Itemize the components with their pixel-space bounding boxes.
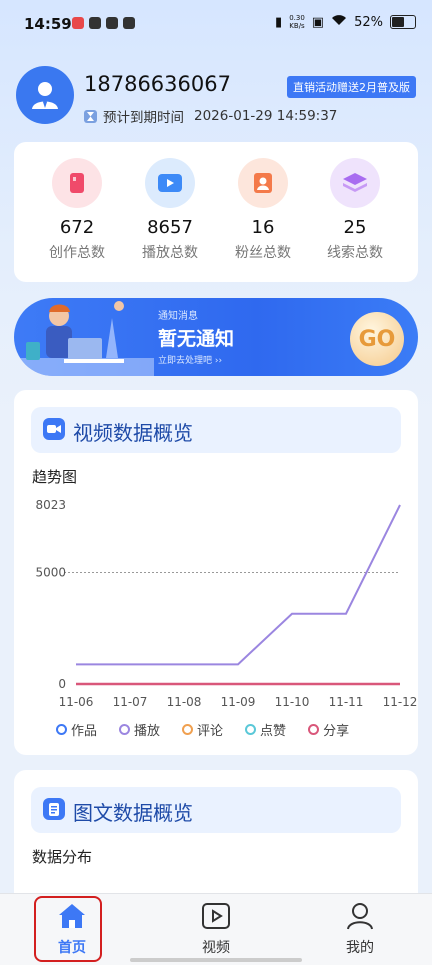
- series-line-2: [76, 504, 401, 666]
- legend-label: 评论: [197, 724, 224, 739]
- profile-header: 18786636067 直销活动赠送2月普及版 预计到期时间 2026-01-2…: [16, 66, 416, 130]
- legend-label: 点赞: [260, 724, 287, 739]
- notice-title: 暂无通知: [158, 328, 235, 350]
- video-camera-icon: [43, 418, 65, 440]
- stat-label: 粉丝总数: [235, 245, 291, 261]
- video-card-header: 视频数据概览: [31, 407, 401, 453]
- legend-item[interactable]: 播放: [119, 720, 160, 739]
- creation-icon: [52, 158, 102, 208]
- x-tick-label: 11-08: [167, 695, 202, 709]
- legend-item[interactable]: 点赞: [245, 720, 286, 739]
- double-chevron-icon: ››: [214, 356, 223, 366]
- notice-small-label: 通知消息: [158, 311, 198, 322]
- stat-creation[interactable]: 672 创作总数: [32, 158, 122, 262]
- legend-label: 作品: [71, 724, 98, 739]
- crown-icon: [89, 17, 101, 29]
- sim-icon: ▣: [311, 14, 325, 30]
- notice-sub-text: 立即去处理吧: [158, 356, 213, 366]
- media-notification-icon: [106, 17, 118, 29]
- leads-icon: [330, 158, 380, 208]
- stat-value: 8657: [147, 217, 193, 238]
- avatar[interactable]: [16, 66, 74, 124]
- legend-dot-icon: [56, 724, 67, 735]
- y-tick-label: 0: [58, 677, 66, 691]
- x-tick-label: 11-07: [113, 695, 148, 709]
- stat-label: 创作总数: [49, 245, 105, 261]
- x-tick-label: 11-11: [329, 695, 364, 709]
- stat-value: 672: [59, 217, 95, 238]
- expire-value: 2026-01-29 14:59:37: [194, 108, 338, 124]
- legend-dot-icon: [182, 724, 194, 735]
- hourglass-icon: [84, 109, 97, 123]
- y-tick-label: 5000: [35, 565, 66, 579]
- phone-number: 18786636067: [84, 72, 231, 96]
- fans-icon: [238, 158, 288, 208]
- x-tick-label: 11-10: [275, 695, 310, 709]
- stat-plays[interactable]: 8657 播放总数: [125, 158, 215, 262]
- stat-fans[interactable]: 16 粉丝总数: [218, 158, 308, 262]
- trend-label: 趋势图: [32, 468, 78, 486]
- legend-label: 播放: [134, 724, 161, 739]
- video-icon: [202, 903, 230, 929]
- legend-item[interactable]: 评论: [182, 720, 223, 739]
- legend-dot-icon: [245, 724, 257, 735]
- legend-item[interactable]: 作品: [56, 720, 97, 739]
- battery-percent: 52%: [354, 14, 383, 30]
- x-tick-label: 11-06: [59, 695, 94, 709]
- stat-value: 16: [251, 217, 275, 238]
- stats-card: 672 创作总数 8657 播放总数 16 粉丝总数 25 线索总数: [14, 142, 418, 282]
- user-icon: [347, 903, 373, 930]
- stat-label: 线索总数: [327, 245, 383, 261]
- notification-icons: [72, 17, 135, 29]
- battery-icon: [390, 15, 416, 29]
- net-speed-value: 0.30: [289, 14, 305, 22]
- wifi-icon: [331, 14, 347, 30]
- status-time: 14:59: [24, 15, 72, 33]
- user-avatar-icon: [32, 82, 58, 109]
- legend-dot-icon: [308, 724, 320, 735]
- legend-item[interactable]: 分享: [308, 720, 349, 739]
- vip-badge[interactable]: 直销活动赠送2月普及版: [287, 76, 416, 98]
- video-overview-card: 视频数据概览 趋势图 8023 5000 0 11-06 11-07 11-08 11-0…: [14, 390, 418, 755]
- go-button[interactable]: GO: [350, 312, 404, 366]
- video-card-title: 视频数据概览: [73, 421, 193, 445]
- article-overview-card: 图文数据概览 数据分布: [14, 770, 418, 910]
- chart-legend: 作品 播放 评论 点赞 分享: [56, 720, 349, 739]
- stat-value: 25: [343, 217, 367, 238]
- play-icon: [145, 158, 195, 208]
- tab-label: 视频: [202, 940, 230, 956]
- distribution-label: 数据分布: [32, 848, 93, 866]
- notice-banner[interactable]: 通知消息 暂无通知 立即去处理吧 ›› GO: [14, 298, 418, 376]
- x-tick-label: 11-09: [221, 695, 256, 709]
- vibrate-icon: ▮: [275, 14, 283, 30]
- tab-label: 我的: [346, 940, 374, 956]
- net-speed-unit: KB/s: [289, 22, 305, 30]
- x-tick-label: 11-12: [383, 695, 418, 709]
- status-right: ▮ 0.30 KB/s ▣ 52%: [275, 14, 416, 30]
- status-bar: 14:59 ▮ 0.30 KB/s ▣ 52%: [0, 0, 432, 50]
- home-tab-highlight: [34, 896, 102, 962]
- expire-label: 预计到期时间: [103, 110, 184, 126]
- tab-video[interactable]: 视频: [176, 902, 256, 957]
- stat-leads[interactable]: 25 线索总数: [310, 158, 400, 262]
- gesture-bar: [130, 958, 302, 962]
- article-card-header: 图文数据概览: [31, 787, 401, 833]
- document-icon: [43, 798, 65, 820]
- legend-dot-icon: [119, 724, 131, 735]
- tab-mine[interactable]: 我的: [320, 902, 400, 957]
- expire-row: 预计到期时间 2026-01-29 14:59:37: [84, 106, 337, 126]
- stat-label: 播放总数: [142, 245, 198, 261]
- legend-label: 分享: [323, 724, 350, 739]
- office-worker-illustration: [14, 301, 154, 376]
- y-tick-label: 8023: [35, 498, 66, 512]
- article-card-title: 图文数据概览: [73, 801, 193, 825]
- link-notification-icon: [123, 17, 135, 29]
- net-speed: 0.30 KB/s: [289, 14, 305, 30]
- notice-sub: 立即去处理吧 ››: [158, 353, 222, 366]
- app-notification-icon: [72, 17, 84, 29]
- trend-chart: 8023 5000 0 11-06 11-07 11-08 11-09 11-10 11-11…: [35, 498, 418, 709]
